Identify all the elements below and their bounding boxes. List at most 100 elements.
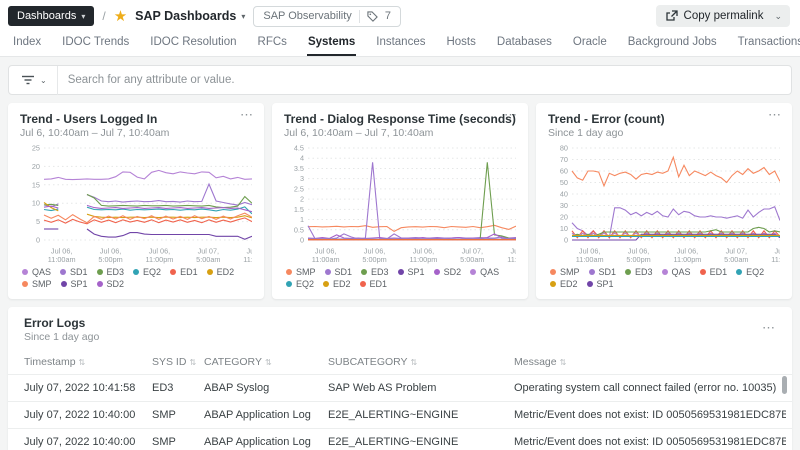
legend-item[interactable]: EQ2 [286, 279, 314, 289]
tab-item[interactable]: IDOC Trends [61, 33, 130, 56]
sort-icon: ⇅ [189, 358, 197, 367]
tab-item[interactable]: RFCs [257, 33, 288, 56]
more-options-icon[interactable]: ⋯ [762, 320, 776, 336]
svg-text:11:00pm: 11:00pm [146, 255, 174, 264]
legend-item[interactable]: SD2 [96, 279, 124, 289]
legend-label: EQ2 [746, 267, 765, 277]
legend-item[interactable]: ED3 [96, 267, 124, 277]
legend-item[interactable]: SD2 [433, 267, 461, 277]
legend-label: SMP [296, 267, 316, 277]
legend-item[interactable]: ED3 [361, 267, 389, 277]
chart-legend: SMP SD1 ED3 [548, 267, 780, 289]
error-logs-header: Error Logs Since 1 day ago ⋯ [8, 316, 792, 343]
legend-label: ED1 [709, 267, 728, 277]
more-options-icon[interactable]: ⋯ [240, 107, 254, 123]
svg-text:0.5: 0.5 [294, 225, 304, 234]
legend-item[interactable]: SD1 [588, 267, 616, 277]
cell-subcategory: E2E_ALERTING~ENGINE [328, 436, 459, 448]
column-header[interactable]: Message ⇅ [510, 352, 786, 374]
legend-dot-icon [470, 269, 477, 275]
chart-legend: QAS SD1 ED3 EQ2 ED1 ED2 SMP SP1 SD2 [20, 267, 252, 289]
legend-label: ED2 [560, 279, 578, 289]
legend-item[interactable]: SMP [550, 267, 580, 277]
legend-item[interactable]: SMP [286, 267, 316, 277]
legend-dot-icon [22, 269, 28, 275]
legend-item[interactable]: ED2 [323, 279, 351, 289]
legend-item[interactable]: EQ2 [133, 267, 161, 277]
line-chart-dialog-response-time[interactable]: 00.511.522.533.544.5Jul 06,11:00amJul 06… [284, 142, 516, 266]
legend-item[interactable]: QAS [22, 267, 51, 277]
legend-label: SMP [32, 279, 52, 289]
chart-card-users-logged-in: Trend - Users Logged In Jul 6, 10:40am –… [8, 103, 264, 299]
chart-title: Trend - Dialog Response Time (seconds) [284, 112, 516, 126]
legend-dot-icon [324, 269, 331, 275]
legend-item[interactable]: ED1 [359, 279, 387, 289]
column-header[interactable]: Timestamp ⇅ [20, 352, 144, 374]
legend-item[interactable]: EQ2 [736, 267, 764, 277]
cell-sys-id: ED3 [152, 382, 174, 394]
svg-text:25: 25 [32, 144, 40, 153]
column-header[interactable]: SUBCATEGORY ⇅ [324, 352, 506, 374]
line-chart-error-count[interactable]: 01020304050607080Jul 06,11:00amJul 06,5:… [548, 142, 780, 266]
svg-text:5:00pm: 5:00pm [98, 255, 122, 264]
svg-text:0: 0 [564, 236, 568, 245]
tab-item[interactable]: Index [12, 33, 42, 56]
tab-item[interactable]: Transactions [737, 33, 800, 56]
more-options-icon[interactable]: ⋯ [504, 107, 518, 123]
error-logs-card: Error Logs Since 1 day ago ⋯ Timestamp ⇅ … [8, 307, 792, 450]
svg-text:0: 0 [300, 236, 304, 245]
legend-item[interactable]: SP1 [60, 279, 88, 289]
svg-text:5:00am: 5:00am [196, 255, 220, 264]
tab-item[interactable]: Background Jobs [627, 33, 718, 56]
legend-item[interactable]: QAS [470, 267, 499, 277]
legend-item[interactable]: ED1 [170, 267, 198, 277]
legend-item[interactable]: ED2 [550, 279, 578, 289]
permalink-button-group: Copy permalink ⌄ [655, 5, 790, 27]
copy-permalink-button[interactable]: Copy permalink [656, 5, 773, 27]
filter-menu-button[interactable]: ⌄ [9, 75, 57, 85]
table-scrollbar[interactable] [782, 376, 787, 394]
legend-item[interactable]: SP1 [397, 267, 425, 277]
legend-item[interactable]: SMP [22, 279, 52, 289]
tab-item[interactable]: Systems [306, 33, 357, 56]
filter-bar: ⌄ [8, 65, 792, 95]
chevron-down-icon: ⌄ [40, 75, 47, 85]
legend-item[interactable]: SP1 [586, 279, 614, 289]
legend-dot-icon [361, 269, 368, 275]
column-header[interactable]: CATEGORY ⇅ [200, 352, 320, 374]
legend-item[interactable]: ED1 [699, 267, 728, 277]
table-row[interactable]: July 07, 2022 10:40:00 SMP ABAP Applicat… [8, 428, 792, 450]
svg-text:1.5: 1.5 [294, 205, 304, 214]
tab-item[interactable]: IDOC Resolution [149, 33, 237, 56]
tab-item[interactable]: Instances [375, 33, 426, 56]
legend-item[interactable]: ED3 [625, 267, 653, 277]
dashboard-title-button[interactable]: SAP Dashboards ▾ [135, 9, 245, 23]
tags-pill[interactable]: SAP Observability 7 [253, 5, 401, 27]
legend-item[interactable]: ED2 [206, 267, 234, 277]
more-options-icon[interactable]: ⋯ [768, 107, 782, 123]
sort-icon: ⇅ [264, 358, 272, 367]
tab-item[interactable]: Databases [496, 33, 553, 56]
svg-text:3.5: 3.5 [294, 164, 304, 173]
tab-item[interactable]: Oracle [572, 33, 608, 56]
legend-dot-icon [586, 281, 593, 287]
legend-dot-icon [323, 281, 330, 287]
svg-text:60: 60 [560, 167, 568, 176]
table-row[interactable]: July 07, 2022 10:41:58 ED3 ABAP Syslog S… [8, 374, 792, 401]
legend-item[interactable]: QAS [661, 267, 691, 277]
legend-item[interactable]: SD1 [324, 267, 352, 277]
line-chart-users-logged-in[interactable]: 0510152025Jul 06,11:00amJul 06,5:00pmJul… [20, 142, 252, 266]
dashboards-menu-button[interactable]: Dashboards ▾ [8, 6, 95, 26]
chevron-down-icon: ⌄ [774, 10, 782, 21]
search-input[interactable] [57, 74, 791, 86]
permalink-options-button[interactable]: ⌄ [772, 6, 790, 27]
legend-item[interactable]: SD1 [60, 267, 88, 277]
favorite-star-icon[interactable]: ★ [114, 9, 127, 24]
legend-dot-icon [699, 269, 706, 275]
tab-item[interactable]: Hosts [445, 33, 476, 56]
column-header[interactable]: SYS ID ⇅ [148, 352, 196, 374]
table-row[interactable]: July 07, 2022 10:40:00 SMP ABAP Applicat… [8, 401, 792, 428]
legend-dot-icon [550, 281, 556, 287]
chart-legend: SMP SD1 ED3 [284, 267, 516, 289]
legend-dot-icon [60, 269, 67, 275]
